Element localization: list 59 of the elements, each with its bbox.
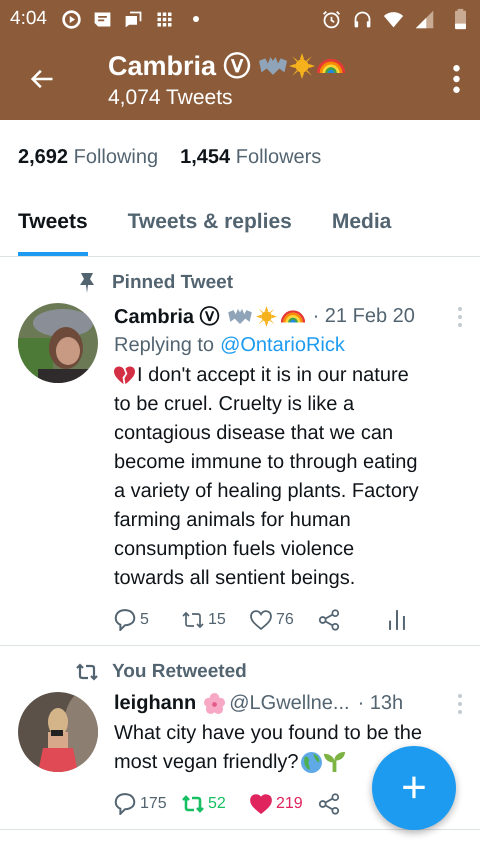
rainbow-icon	[280, 309, 305, 324]
sun-icon	[288, 53, 315, 79]
flower-icon	[204, 693, 226, 714]
rainbow-icon	[316, 57, 345, 75]
tweet-text-line: consumption fuels violence	[114, 537, 354, 562]
status-time: 4:04	[10, 8, 47, 30]
tweet-text-line: a variety of healing plants. Factory	[114, 479, 419, 504]
tweet-text-line: to be cruel. Cruelty is like a	[114, 392, 354, 417]
action-count: 15	[208, 611, 226, 629]
retweet-icon	[76, 662, 98, 682]
action-count: 5	[140, 611, 149, 629]
profile-tab[interactable]: Tweets	[18, 194, 88, 256]
broken-heart-icon	[114, 365, 135, 386]
stats-icon[interactable]	[386, 609, 408, 631]
seedling-icon	[324, 752, 345, 773]
chat-icon	[122, 8, 144, 30]
follow-stat-link[interactable]: 1,454 Followers	[180, 146, 322, 186]
tweet-text-line: I don't accept it is in our nature	[137, 363, 409, 388]
tweet-context-label: You Retweeted	[112, 661, 247, 683]
reply-icon[interactable]	[114, 793, 136, 815]
tweet-text-line: What city have you found to be the	[114, 721, 422, 746]
heart-icon[interactable]	[250, 609, 272, 631]
battery-icon	[455, 8, 466, 30]
bat-icon	[228, 309, 252, 324]
author-name: Cambria ⓥ	[114, 305, 220, 330]
profile-name: Cambria ⓥ	[108, 50, 251, 83]
play-circle-icon	[60, 8, 82, 30]
share-icon[interactable]	[318, 793, 340, 815]
action-count: 175	[140, 795, 167, 813]
tweet-text-line: contagious disease that we can	[114, 421, 394, 446]
bat-icon	[258, 57, 287, 75]
tweet-time: · 13h	[358, 692, 404, 715]
tweet-text-line: towards all sentient beings.	[114, 566, 356, 591]
replying-to-label: Replying to	[114, 334, 214, 357]
alarm-icon	[321, 8, 342, 30]
action-count: 52	[208, 795, 226, 813]
follow-stat-link[interactable]: 2,692 Following	[18, 146, 158, 186]
author-name: leighann	[114, 692, 196, 715]
more-options-icon[interactable]	[453, 65, 460, 93]
heart-icon[interactable]	[250, 793, 272, 815]
tweet-count: 4,074 Tweets	[108, 86, 234, 110]
signal-icon	[414, 8, 435, 30]
tweet-time: · 21 Feb 20	[312, 305, 415, 328]
globe-icon	[300, 752, 322, 773]
share-icon[interactable]	[318, 609, 340, 631]
reply-icon[interactable]	[114, 609, 136, 631]
sun-icon	[256, 306, 277, 327]
tweet-text-line: become immune to through eating	[114, 450, 418, 475]
profile-tab[interactable]: Media	[332, 194, 392, 256]
tweet-text-line: farming animals for human	[114, 508, 351, 533]
retweet-icon[interactable]	[182, 609, 204, 631]
profile-tab[interactable]: Tweets & replies	[128, 194, 292, 256]
author-handle: @LGwellne...	[229, 692, 350, 715]
headphones-icon	[352, 8, 373, 30]
action-count: 76	[276, 611, 294, 629]
dot-icon	[192, 16, 199, 22]
tweet-context-label: Pinned Tweet	[112, 272, 234, 294]
action-count: 219	[276, 795, 303, 813]
tweet-text-line: most vegan friendly?	[114, 750, 299, 775]
